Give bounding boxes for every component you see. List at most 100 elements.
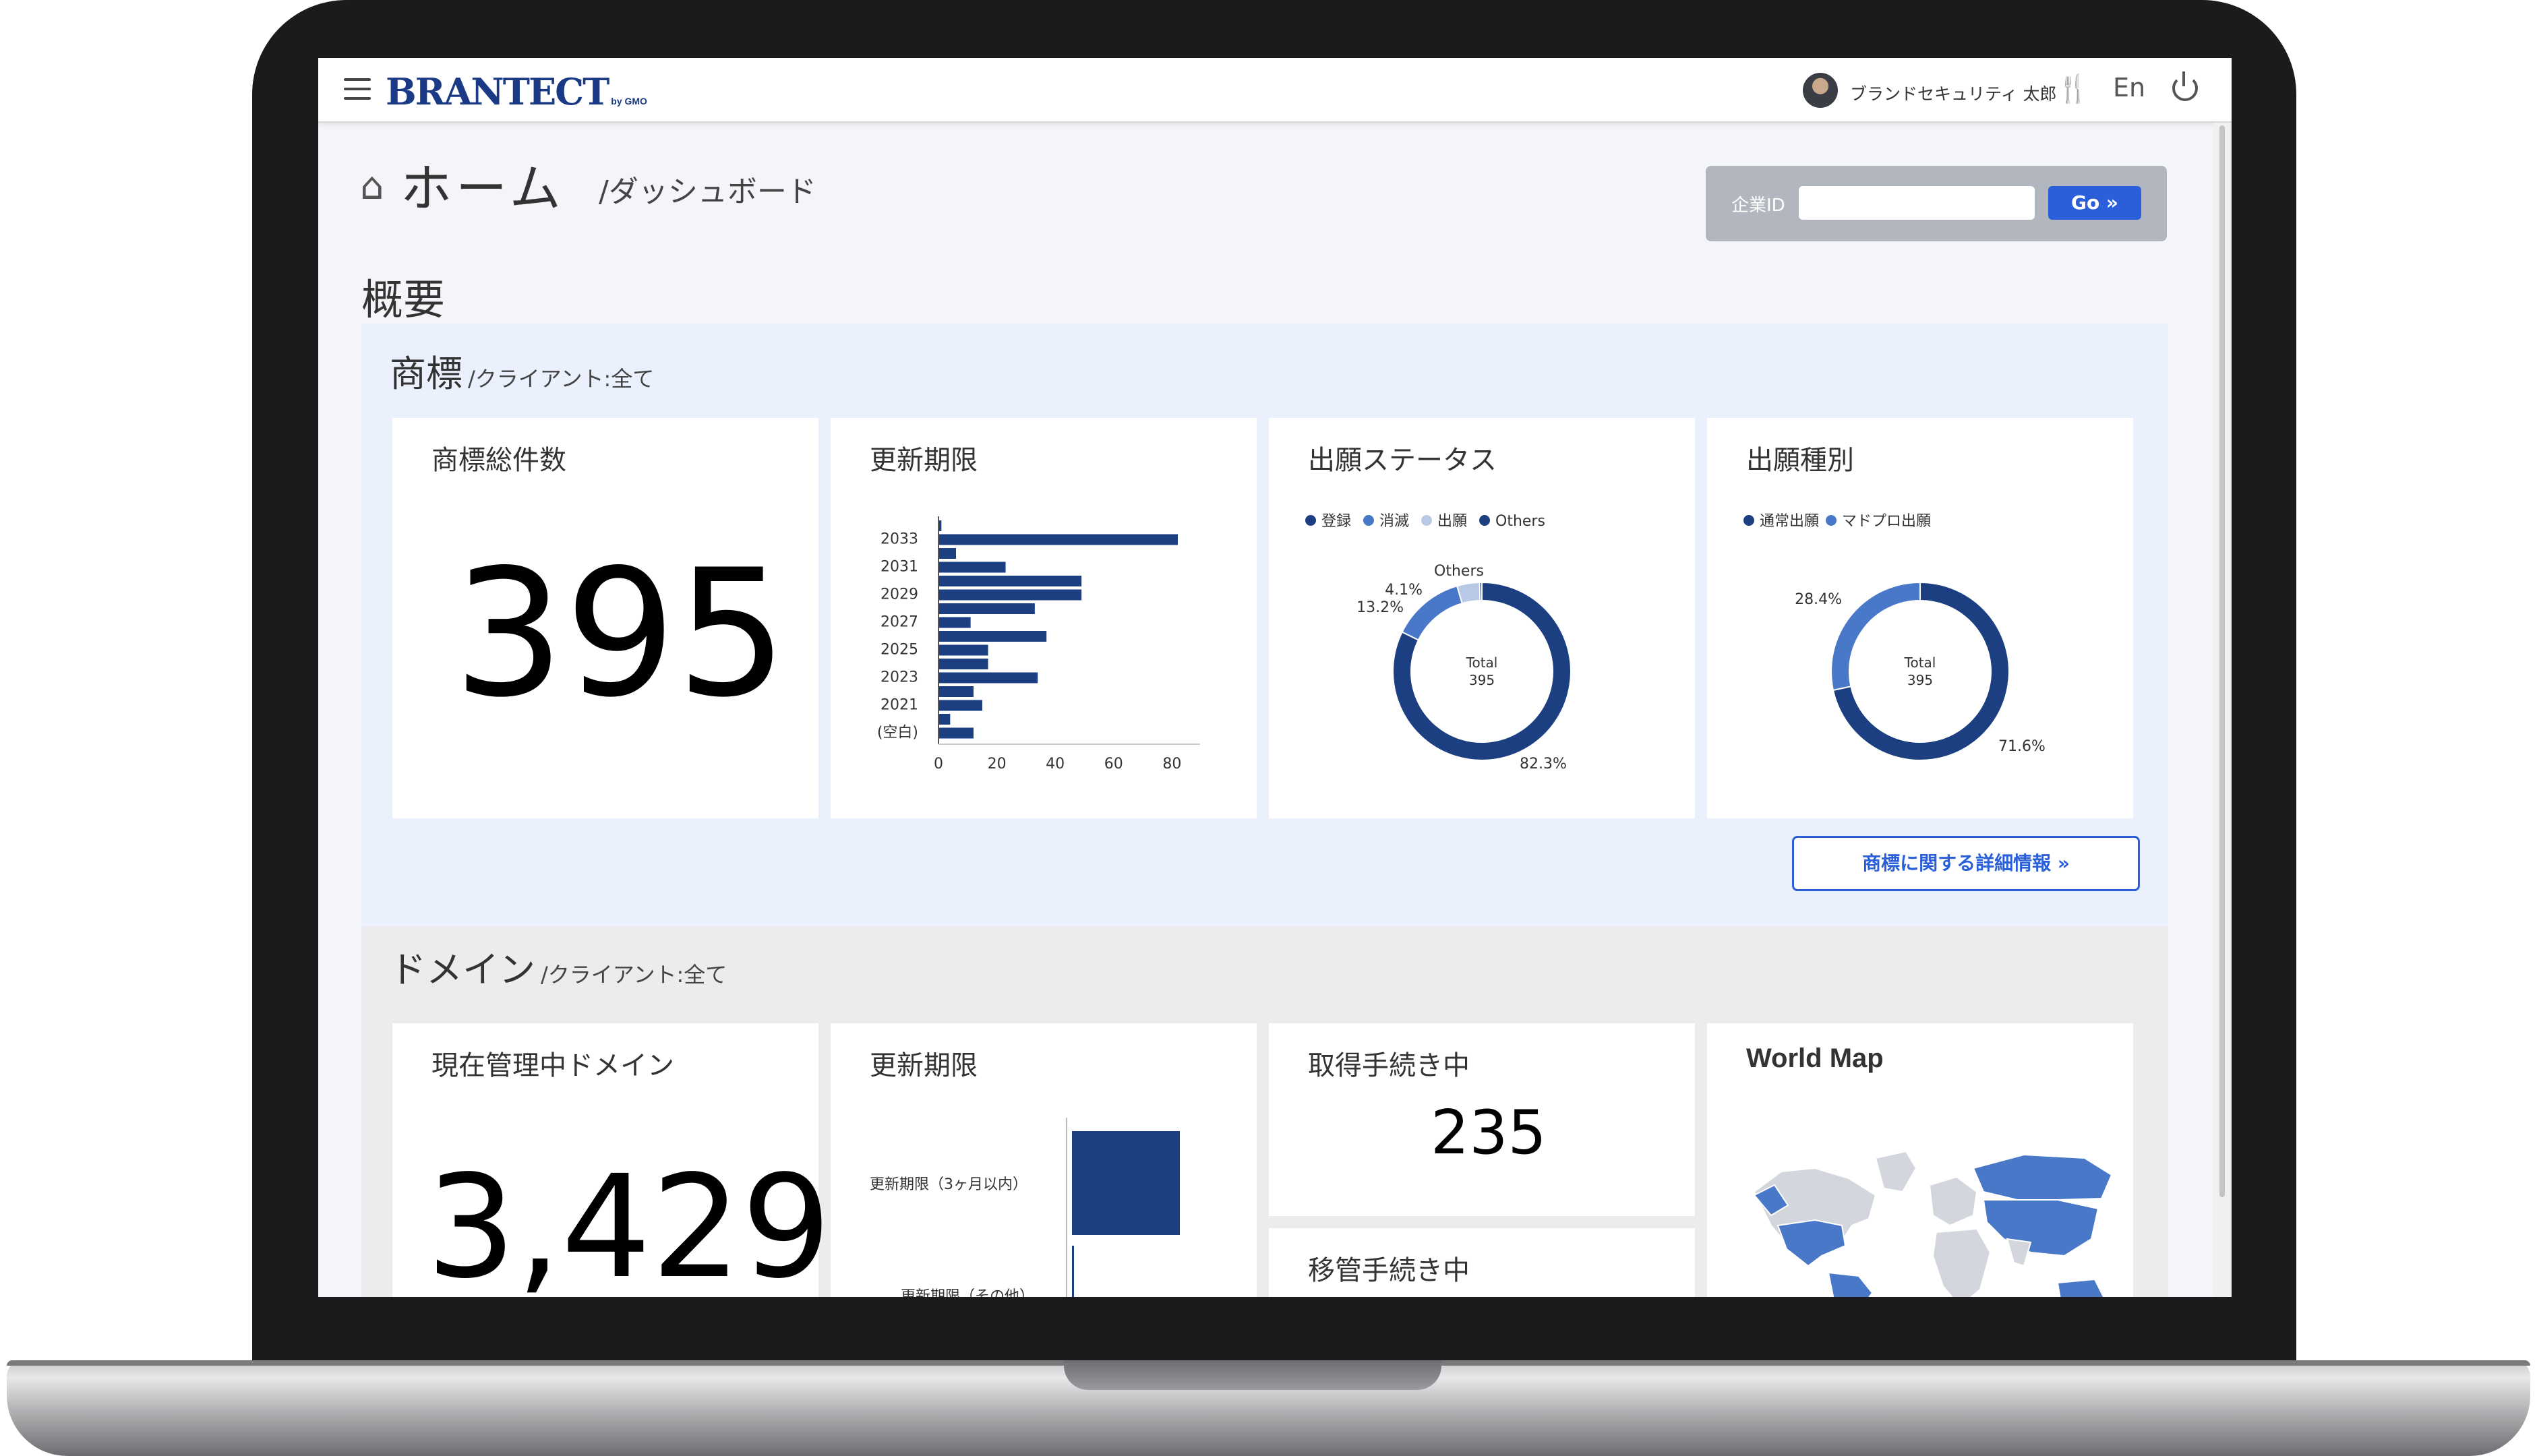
trademark-renewal-chart: 2033 2031 2029 2027 2025 2023 2021 (空白) 0 20 40 60 8… [877, 516, 1200, 772]
renewal-bar-2027[interactable] [938, 617, 971, 628]
domain-renewal-category-label: 更新期限（3ヶ月以内） [870, 1176, 1027, 1193]
slice-label: 82.3% [1520, 756, 1567, 772]
page-title: ホーム [400, 158, 565, 218]
scrollbar-thumb[interactable] [2219, 125, 2225, 1197]
renewal-bar-(空白)[interactable] [938, 727, 974, 739]
world-map-graphic [1753, 1150, 2113, 1297]
domain-transfer-title: 移管手続き中 [1308, 1255, 1470, 1286]
legend-marker [1826, 515, 1837, 526]
legend-marker [1305, 515, 1316, 526]
renewal-x-tick: 0 [934, 756, 943, 772]
map-australia [2056, 1278, 2105, 1297]
slice-label: 13.2% [1356, 599, 1404, 616]
legend-label: 登録 [1321, 513, 1351, 530]
domain-renewal-bar[interactable] [1072, 1246, 1074, 1297]
renewal-bar-2031[interactable] [938, 562, 1006, 573]
renewal-category-label: 2021 [881, 697, 918, 714]
domain-managed-card[interactable]: 現在管理中ドメイン 3,429 [392, 1023, 831, 1297]
trademark-status-card[interactable]: 出願ステータス Total 395 82.3% 13.2% 4.1% Others 登録 消滅… [1269, 418, 1695, 818]
renewal-bar-2020[interactable] [938, 714, 951, 725]
power-icon[interactable] [2172, 71, 2198, 101]
app-header: BRANTECT by GMO ブランドセキュリティ 太郎 🍴 En [318, 58, 2232, 123]
laptop-notch [1064, 1360, 1441, 1390]
renewal-bar-2033[interactable] [938, 534, 1178, 545]
renewal-bar-2023[interactable] [938, 672, 1038, 684]
corp-id-input[interactable] [1799, 186, 2035, 220]
map-india [2006, 1238, 2032, 1267]
donut-center-value: 395 [1907, 672, 1933, 688]
renewal-category-label: 2027 [881, 614, 918, 631]
domain-panel-title: ドメイン/クライアント:全て [390, 948, 727, 991]
page-scrollbar[interactable] [2213, 123, 2232, 1297]
renewal-bar-2026[interactable] [938, 631, 1047, 642]
map-south-america [1827, 1271, 1874, 1297]
slice-label: 4.1% [1385, 582, 1423, 599]
map-europe [1928, 1176, 1978, 1227]
breadcrumb: /ダッシュボード [599, 175, 816, 209]
slice-label: 28.4% [1795, 591, 1842, 608]
domain-managed-title: 現在管理中ドメイン [431, 1050, 674, 1081]
trademark-status-chart: Total395 82.3% 13.2%4.1% Others 登録 消滅 出願 Others [1305, 513, 1572, 772]
legend-label: 出願 [1437, 513, 1467, 530]
domain-acquiring-card[interactable]: 取得手続き中 235 [1269, 1023, 1695, 1216]
renewal-x-tick: 60 [1104, 756, 1123, 772]
renewal-category-label: 2033 [881, 531, 918, 548]
renewal-bar-2025[interactable] [938, 644, 988, 656]
legend-marker [1479, 515, 1490, 526]
legend-marker [1743, 515, 1754, 526]
map-russia [1972, 1153, 2113, 1201]
trademark-total-card[interactable]: 商標総件数 395 [392, 418, 818, 818]
slice-label: 71.6% [1998, 738, 2046, 755]
renewal-bar-2029[interactable] [938, 589, 1082, 601]
world-map-card[interactable]: World Map [1707, 1023, 2133, 1297]
domain-panel: ドメイン/クライアント:全て 現在管理中ドメイン 3,429 更新期限 更新期限… [361, 926, 2168, 1297]
donut-center-label: Total [1904, 655, 1936, 671]
home-icon[interactable]: ⌂ [360, 164, 384, 208]
renewal-bar-2032[interactable] [938, 548, 956, 559]
renewal-x-tick: 40 [1046, 756, 1065, 772]
slice-Others[interactable] [1479, 581, 1483, 602]
trademark-renewal-card[interactable]: 更新期限 2033 2031 2029 2027 2025 2023 2021 (空白) 0 20… [831, 418, 1257, 818]
donut-center-label: Total [1466, 655, 1498, 671]
map-asia [1982, 1199, 2099, 1257]
user-name[interactable]: ブランドセキュリティ 太郎 [1850, 81, 2056, 105]
renewal-bar-2022[interactable] [938, 686, 974, 697]
trademark-total-title: 商標総件数 [431, 445, 566, 476]
language-toggle[interactable]: En [2113, 73, 2145, 102]
map-greenland [1874, 1150, 1917, 1193]
renewal-bar-2021[interactable] [938, 700, 982, 711]
trademark-panel-title: 商標/クライアント:全て [390, 353, 655, 395]
trademark-type-chart: Total395 71.6% 28.4% 通常出願 マドプロ出願 [1743, 513, 2046, 761]
domain-acquiring-title: 取得手続き中 [1308, 1050, 1470, 1081]
renewal-bar-2030[interactable] [938, 576, 1082, 586]
legend-label: 通常出願 [1760, 513, 1819, 530]
go-button[interactable]: Go » [2048, 186, 2141, 220]
legend-label: 消滅 [1379, 513, 1409, 530]
legend-marker [1421, 515, 1432, 526]
donut-center-value: 395 [1469, 672, 1495, 688]
map-usa [1777, 1219, 1847, 1267]
renewal-bar-2024[interactable] [938, 659, 988, 669]
brand-logo[interactable]: BRANTECT by GMO [386, 70, 647, 113]
renewal-bar-2028[interactable] [938, 603, 1035, 614]
hamburger-menu-icon[interactable] [344, 78, 371, 101]
app-screen: BRANTECT by GMO ブランドセキュリティ 太郎 🍴 En ⌂ ホーム … [318, 58, 2232, 1297]
renewal-category-label: (空白) [877, 725, 918, 741]
trademark-type-card[interactable]: 出願種別 Total 395 71.6% 28.4% 通常出願 マドプロ出願 [1707, 418, 2133, 818]
renewal-category-label: 2029 [881, 586, 918, 603]
corp-id-search: 企業ID Go » [1706, 166, 2167, 241]
corp-id-label: 企業ID [1731, 195, 1785, 216]
renewal-x-tick: 20 [988, 756, 1007, 772]
renewal-category-label: 2025 [881, 642, 918, 659]
legend-marker [1363, 515, 1374, 526]
domain-renewal-chart: 更新期限（3ヶ月以内） 更新期限（その他） [870, 1118, 1180, 1297]
fork-knife-icon[interactable]: 🍴 [2056, 73, 2090, 104]
domain-transfer-card[interactable]: 移管手続き中 [1269, 1228, 1695, 1297]
trademark-detail-button[interactable]: 商標に関する詳細情報 » [1792, 836, 2140, 891]
domain-renewal-card[interactable]: 更新期限 更新期限（3ヶ月以内） 更新期限（その他） [831, 1023, 1257, 1297]
domain-acquiring-value: 235 [1431, 1097, 1547, 1168]
user-avatar[interactable] [1803, 73, 1838, 108]
legend-label: マドプロ出願 [1842, 513, 1931, 530]
legend-label: Others [1495, 513, 1545, 530]
domain-renewal-bar[interactable] [1072, 1131, 1180, 1235]
